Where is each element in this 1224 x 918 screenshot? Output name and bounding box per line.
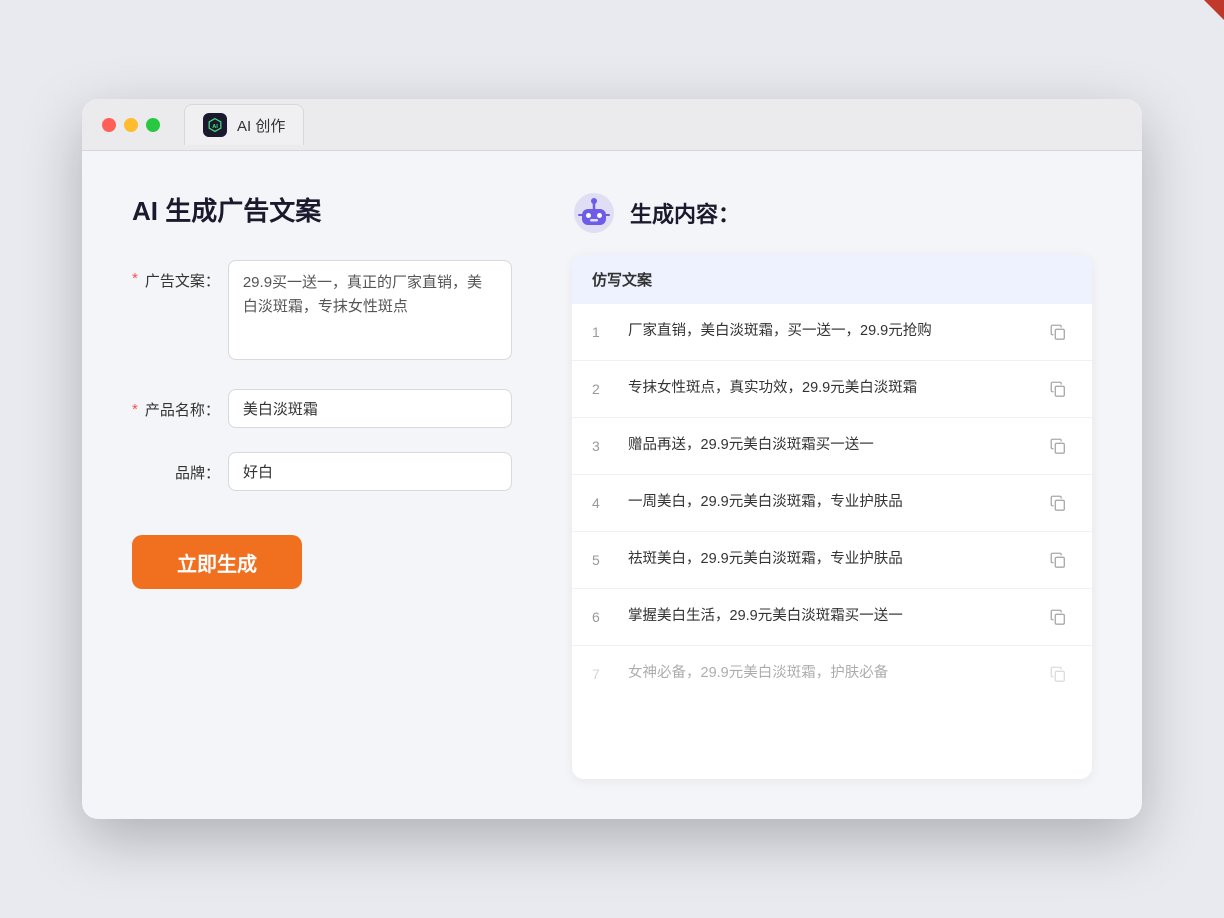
- result-number: 3: [592, 438, 612, 454]
- copy-button[interactable]: [1044, 375, 1072, 403]
- copy-button[interactable]: [1044, 318, 1072, 346]
- result-number: 2: [592, 381, 612, 397]
- result-text: 掌握美白生活，29.9元美白淡斑霜买一送一: [628, 606, 1028, 628]
- result-item: 2 专抹女性斑点，真实功效，29.9元美白淡斑霜: [572, 361, 1092, 418]
- copy-button[interactable]: [1044, 660, 1072, 688]
- result-number: 5: [592, 552, 612, 568]
- result-item: 7 女神必备，29.9元美白淡斑霜，护肤必备: [572, 646, 1092, 702]
- result-text: 赠品再送，29.9元美白淡斑霜买一送一: [628, 435, 1028, 457]
- result-item: 3 赠品再送，29.9元美白淡斑霜买一送一: [572, 418, 1092, 475]
- result-item: 4 一周美白，29.9元美白淡斑霜，专业护肤品: [572, 475, 1092, 532]
- result-text: 女神必备，29.9元美白淡斑霜，护肤必备: [628, 663, 1028, 685]
- result-text: 祛斑美白，29.9元美白淡斑霜，专业护肤品: [628, 549, 1028, 571]
- generate-button[interactable]: 立即生成: [132, 535, 302, 589]
- result-container: 仿写文案 1 厂家直销，美白淡斑霜，买一送一，29.9元抢购 2 专抹女性斑点，真实功…: [572, 255, 1092, 779]
- ai-tab-icon: AI: [203, 113, 227, 137]
- result-number: 7: [592, 666, 612, 682]
- product-name-input[interactable]: [228, 389, 512, 428]
- tab-title: AI 创作: [237, 115, 285, 136]
- copy-button[interactable]: [1044, 432, 1072, 460]
- result-list: 1 厂家直销，美白淡斑霜，买一送一，29.9元抢购 2 专抹女性斑点，真实功效，29.…: [572, 304, 1092, 779]
- browser-window: AI AI 创作 AI 生成广告文案 * 广告文案： 29.9买一送一，真正的厂…: [82, 99, 1142, 819]
- product-required: *: [132, 401, 138, 418]
- result-item: 1 厂家直销，美白淡斑霜，买一送一，29.9元抢购: [572, 304, 1092, 361]
- result-item: 5 祛斑美白，29.9元美白淡斑霜，专业护肤品: [572, 532, 1092, 589]
- brand-label: 品牌：: [140, 462, 220, 483]
- ad-copy-group: * 广告文案： 29.9买一送一，真正的厂家直销，美白淡斑霜，专抹女性斑点: [132, 260, 512, 365]
- result-text: 专抹女性斑点，真实功效，29.9元美白淡斑霜: [628, 378, 1028, 400]
- ad-copy-label: 广告文案：: [140, 270, 220, 291]
- ad-copy-required: *: [132, 270, 138, 287]
- right-panel: 生成内容： 仿写文案 1 厂家直销，美白淡斑霜，买一送一，29.9元抢购 2 专抹女性…: [572, 191, 1092, 779]
- result-text: 厂家直销，美白淡斑霜，买一送一，29.9元抢购: [628, 321, 1028, 343]
- title-bar: AI AI 创作: [82, 99, 1142, 151]
- brand-wrap: [228, 452, 512, 491]
- result-number: 1: [592, 324, 612, 340]
- ad-copy-wrap: 29.9买一送一，真正的厂家直销，美白淡斑霜，专抹女性斑点: [228, 260, 512, 365]
- brand-group: 品牌：: [132, 452, 512, 491]
- result-number: 6: [592, 609, 612, 625]
- copy-button[interactable]: [1044, 546, 1072, 574]
- result-text: 一周美白，29.9元美白淡斑霜，专业护肤品: [628, 492, 1028, 514]
- left-panel: AI 生成广告文案 * 广告文案： 29.9买一送一，真正的厂家直销，美白淡斑霜…: [132, 191, 512, 779]
- brand-input[interactable]: [228, 452, 512, 491]
- content-area: AI 生成广告文案 * 广告文案： 29.9买一送一，真正的厂家直销，美白淡斑霜…: [82, 151, 1142, 819]
- close-button[interactable]: [102, 118, 116, 132]
- traffic-lights: [102, 118, 160, 132]
- maximize-button[interactable]: [146, 118, 160, 132]
- result-number: 4: [592, 495, 612, 511]
- svg-text:AI: AI: [212, 124, 218, 130]
- product-name-label: 产品名称：: [140, 399, 220, 420]
- ai-tab[interactable]: AI AI 创作: [184, 104, 304, 145]
- page-title: AI 生成广告文案: [132, 191, 512, 228]
- product-name-group: * 产品名称：: [132, 389, 512, 428]
- column-header: 仿写文案: [592, 272, 652, 289]
- minimize-button[interactable]: [124, 118, 138, 132]
- copy-button[interactable]: [1044, 489, 1072, 517]
- result-header: 仿写文案: [572, 255, 1092, 304]
- copy-button[interactable]: [1044, 603, 1072, 631]
- ad-copy-textarea[interactable]: 29.9买一送一，真正的厂家直销，美白淡斑霜，专抹女性斑点: [228, 260, 512, 360]
- right-panel-title: 生成内容：: [630, 197, 740, 229]
- result-item: 6 掌握美白生活，29.9元美白淡斑霜买一送一: [572, 589, 1092, 646]
- right-header: 生成内容：: [572, 191, 1092, 235]
- product-name-wrap: [228, 389, 512, 428]
- bot-icon: [572, 191, 616, 235]
